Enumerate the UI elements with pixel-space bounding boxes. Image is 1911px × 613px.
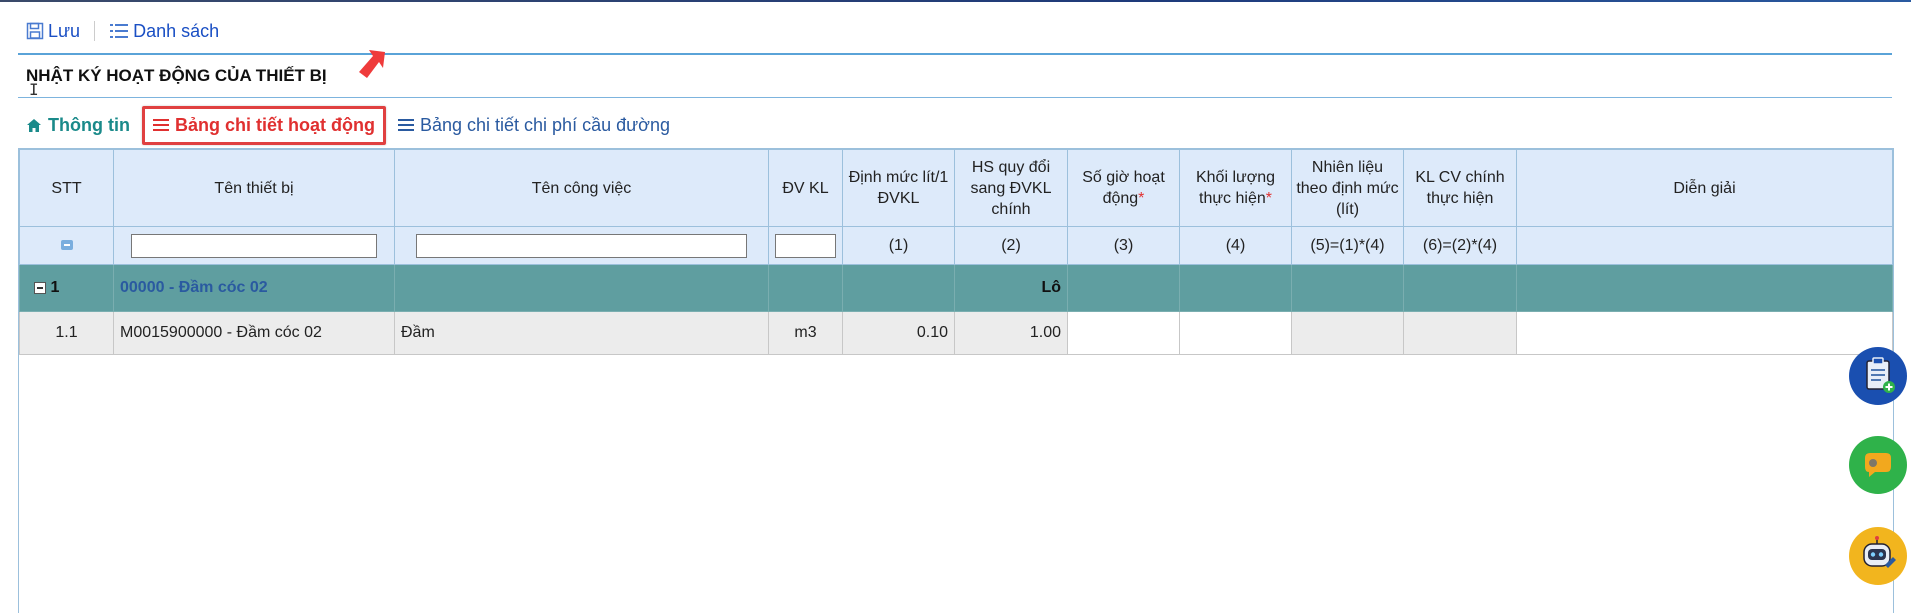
group-row[interactable]: 1 00000 - Đầm cóc 02 Lô — [19, 264, 1893, 312]
row-norm: 0.10 — [842, 311, 955, 355]
group-empty-cell — [1291, 264, 1404, 312]
filter-unit-input[interactable] — [775, 233, 836, 258]
row-device-link[interactable]: M0015900000 - Đầm cóc 02 — [113, 311, 395, 355]
col-header-volume[interactable]: Khối lượng thực hiện* — [1179, 149, 1292, 227]
row-work: Đầm — [394, 311, 769, 355]
row-hours-input-cell[interactable] — [1067, 311, 1180, 355]
chat-bubble-icon — [1865, 453, 1891, 477]
formula-fuel: (5)=(1)*(4) — [1291, 226, 1404, 265]
activity-grid: STT Tên thiết bị Tên công việc ĐV KL Địn… — [18, 148, 1894, 613]
tab-bar: Thông tin Bảng chi tiết hoạt động Bảng c… — [26, 105, 692, 145]
group-empty-cell — [768, 264, 843, 312]
row-coef: 1.00 — [954, 311, 1068, 355]
required-mark: * — [1265, 190, 1272, 207]
group-stt-cell[interactable]: 1 — [19, 264, 114, 312]
col-header-hours[interactable]: Số giờ hoạt động* — [1067, 149, 1180, 227]
tab-activity-detail[interactable]: Bảng chi tiết hoạt động — [141, 105, 386, 145]
filter-work-input[interactable] — [416, 233, 747, 258]
tab-info[interactable]: Thông tin — [26, 115, 130, 136]
save-icon — [26, 22, 44, 40]
col-header-volume-label: Khối lượng thực hiện — [1195, 169, 1276, 207]
formula-coef: (2) — [954, 226, 1068, 265]
group-empty-cell — [842, 264, 955, 312]
group-empty-cell — [1516, 264, 1893, 312]
list-icon — [110, 24, 129, 38]
row-klcv — [1403, 311, 1517, 355]
group-empty-cell — [1067, 264, 1180, 312]
clipboard-plus-icon — [1866, 357, 1895, 393]
filter-row: (1) (2) (3) (4) (5)=(1)*(4) (6)=(2)*(4) — [19, 226, 1893, 265]
chat-fab[interactable] — [1849, 436, 1907, 494]
top-accent-bar — [0, 0, 1911, 2]
list-button[interactable]: Danh sách — [109, 21, 219, 42]
filter-device-cell — [113, 226, 395, 265]
tab-info-label: Thông tin — [48, 114, 130, 135]
filter-unit-cell — [768, 226, 843, 265]
group-name: 00000 - Đầm cóc 02 — [113, 264, 395, 312]
tab-toll-cost-label: Bảng chi tiết chi phí cầu đường — [419, 114, 670, 135]
row-desc-input-cell[interactable] — [1516, 311, 1893, 355]
page-title: NHẬT KÝ HOẠT ĐỘNG CỦA THIẾT BỊ — [26, 66, 327, 85]
group-empty-cell — [1179, 264, 1292, 312]
list-label: Danh sách — [133, 20, 220, 41]
save-button[interactable]: Lưu — [26, 21, 80, 42]
tab-activity-detail-label: Bảng chi tiết hoạt động — [174, 114, 375, 135]
table-row[interactable]: 1.1 M0015900000 - Đầm cóc 02 Đầm m3 0.10… — [19, 311, 1893, 355]
toolbar: Lưu Danh sách — [26, 18, 219, 44]
toolbar-divider — [94, 21, 96, 41]
collapse-icon[interactable] — [34, 281, 46, 294]
support-bot-fab[interactable] — [1849, 527, 1907, 585]
collapse-all-toggle[interactable] — [19, 226, 114, 265]
group-empty-cell — [394, 264, 769, 312]
required-mark: * — [1138, 190, 1145, 207]
group-lot: Lô — [954, 264, 1068, 312]
col-header-work[interactable]: Tên công việc — [394, 149, 769, 227]
formula-hours: (3) — [1067, 226, 1180, 265]
group-stt: 1 — [50, 279, 60, 296]
col-header-norm[interactable]: Định mức lít/1 ĐVKL — [842, 149, 955, 227]
col-header-fuel[interactable]: Nhiên liệu theo định mức (lít) — [1291, 149, 1404, 227]
row-stt: 1.1 — [19, 311, 114, 355]
home-icon — [27, 118, 41, 132]
activity-table: STT Tên thiết bị Tên công việc ĐV KL Địn… — [19, 149, 1893, 355]
col-header-klcv[interactable]: KL CV chính thực hiện — [1403, 149, 1517, 227]
formula-volume: (4) — [1179, 226, 1292, 265]
filter-device-input[interactable] — [130, 233, 378, 258]
header-row: STT Tên thiết bị Tên công việc ĐV KL Địn… — [19, 149, 1893, 227]
formula-klcv: (6)=(2)*(4) — [1403, 226, 1517, 265]
formula-norm: (1) — [842, 226, 955, 265]
row-unit: m3 — [768, 311, 843, 355]
header-divider — [18, 53, 1892, 55]
col-header-unit[interactable]: ĐV KL — [768, 149, 843, 227]
col-header-stt[interactable]: STT — [19, 149, 114, 227]
col-header-hours-label: Số giờ hoạt động — [1082, 169, 1165, 207]
annotation-arrow-icon — [359, 50, 385, 78]
list-icon — [152, 119, 169, 131]
tab-toll-cost[interactable]: Bảng chi tiết chi phí cầu đường — [397, 114, 670, 136]
col-header-device[interactable]: Tên thiết bị — [113, 149, 395, 227]
filter-work-cell — [394, 226, 769, 265]
col-header-desc[interactable]: Diễn giải — [1516, 149, 1893, 227]
add-note-fab[interactable] — [1849, 347, 1907, 405]
row-volume-input-cell[interactable] — [1179, 311, 1292, 355]
group-empty-cell — [1403, 264, 1517, 312]
title-divider — [18, 97, 1892, 98]
formula-desc — [1516, 226, 1893, 265]
robot-icon — [1863, 536, 1896, 568]
save-label: Lưu — [48, 20, 81, 41]
row-fuel — [1291, 311, 1404, 355]
col-header-coef[interactable]: HS quy đổi sang ĐVKL chính — [954, 149, 1068, 227]
list-icon — [397, 119, 414, 131]
